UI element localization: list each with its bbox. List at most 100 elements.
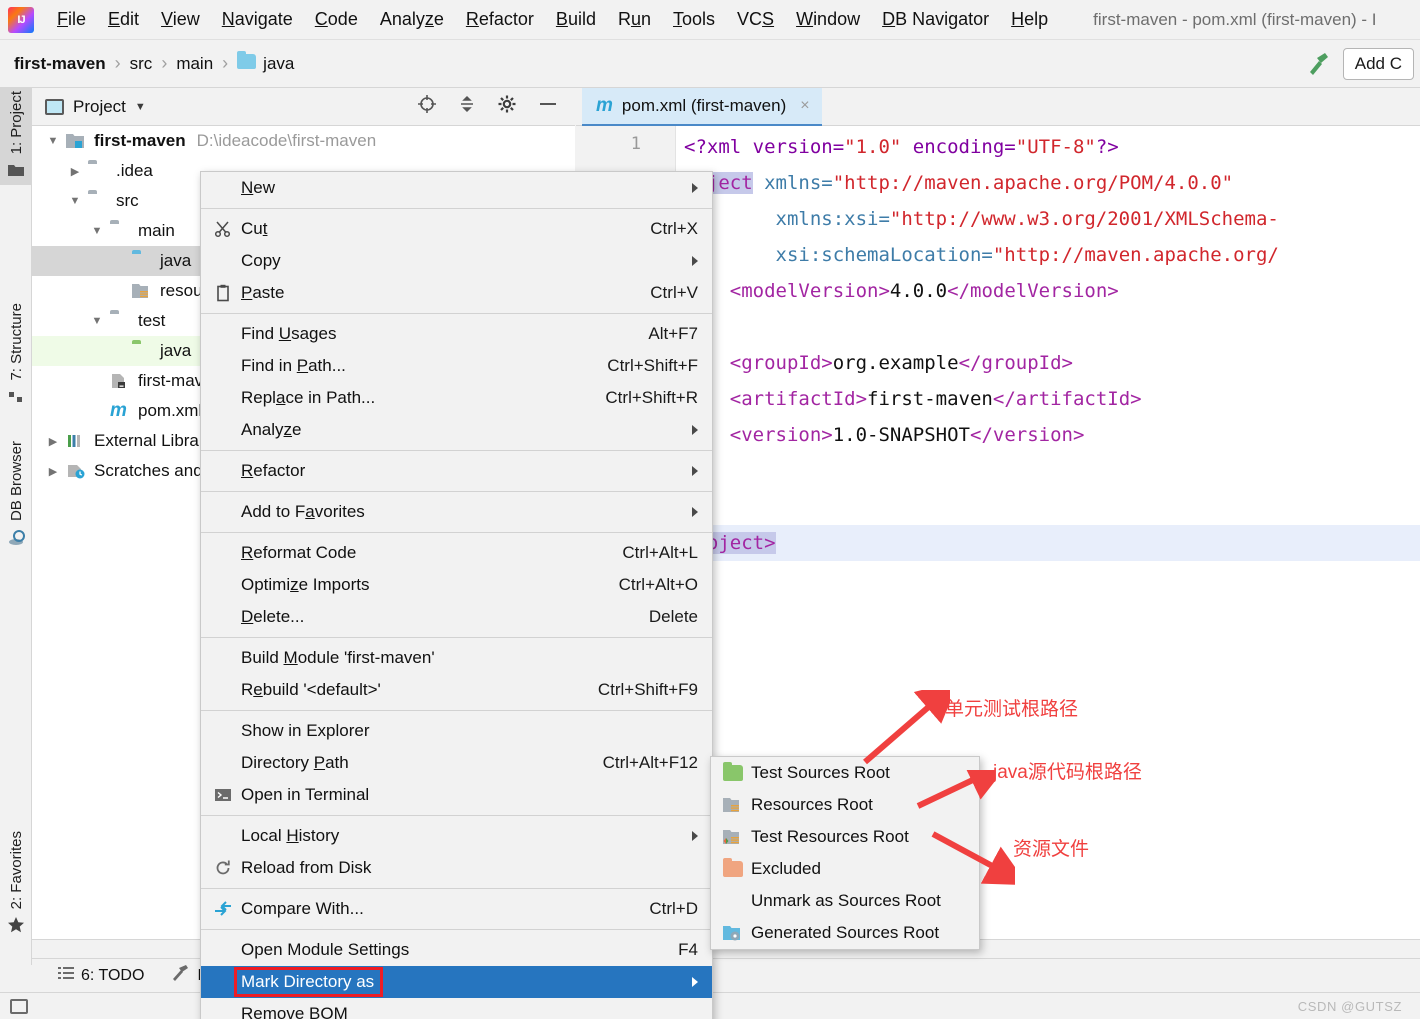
breadcrumb[interactable]: first-maven › src › main › java xyxy=(14,50,294,74)
sidebar-item-structure[interactable]: 7: Structure xyxy=(0,300,32,412)
menu-vcs[interactable]: VCS xyxy=(726,5,785,34)
annotation-note-1: 单元测试根路径 xyxy=(945,699,1079,720)
submenu-item-generated-sources-root[interactable]: Generated Sources Root xyxy=(711,917,979,949)
chevron-right-icon[interactable]: ▶ xyxy=(40,435,66,448)
code-line[interactable]: xmlns:xsi="http://www.w3.org/2001/XMLSch… xyxy=(676,201,1420,237)
context-menu-item-new[interactable]: New xyxy=(201,172,712,204)
hammer-build-icon[interactable] xyxy=(1303,49,1333,79)
code-line[interactable]: roject xmlns="http://maven.apache.org/PO… xyxy=(676,165,1420,201)
context-menu-item-analyze[interactable]: Analyze xyxy=(201,414,712,446)
sidebar-item-favorites[interactable]: 2: Favorites xyxy=(0,828,32,940)
menu-tools[interactable]: Tools xyxy=(662,5,726,34)
context-menu-item-mark-directory-as[interactable]: Mark Directory as xyxy=(201,966,712,998)
annotation-arrow-3 xyxy=(931,831,1015,886)
close-icon[interactable]: × xyxy=(800,97,809,115)
context-menu-item-delete[interactable]: Delete... Delete xyxy=(201,601,712,633)
menu-help[interactable]: Help xyxy=(1000,5,1059,34)
breadcrumb-item-src[interactable]: src xyxy=(130,54,153,74)
code-line[interactable]: <?xml version="1.0" encoding="UTF-8"?> xyxy=(676,129,1420,165)
editor-tab-bar: m pom.xml (first-maven) × xyxy=(576,88,1420,126)
context-menu-item-show-in-explorer[interactable]: Show in Explorer xyxy=(201,715,712,747)
menu-refactor[interactable]: Refactor xyxy=(455,5,545,34)
context-menu-item-cut[interactable]: Cut Ctrl+X xyxy=(201,213,712,245)
tool-button-label: 7: Structure xyxy=(7,303,25,381)
context-menu-item-reformat-code[interactable]: Reformat Code Ctrl+Alt+L xyxy=(201,537,712,569)
menu-edit[interactable]: Edit xyxy=(97,5,150,34)
context-menu-item-reload-from-disk[interactable]: Reload from Disk xyxy=(201,852,712,884)
context-menu-item-find-in-path[interactable]: Find in Path... Ctrl+Shift+F xyxy=(201,350,712,382)
submenu-item-unmark-as-sources-root[interactable]: Unmark as Sources Root xyxy=(711,885,979,917)
folder-icon xyxy=(110,223,130,239)
context-menu-item-open-module-settings[interactable]: Open Module Settings F4 xyxy=(201,934,712,966)
menu-code[interactable]: Code xyxy=(304,5,369,34)
context-menu-item-remove-bom[interactable]: Remove BOM xyxy=(201,998,712,1019)
menu-build[interactable]: Build xyxy=(545,5,607,34)
context-menu-item-refactor[interactable]: Refactor xyxy=(201,455,712,487)
collapse-all-icon[interactable] xyxy=(457,94,477,119)
code-line[interactable]: <artifactId>first-maven</artifactId> xyxy=(676,381,1420,417)
breadcrumb-item-first-maven[interactable]: first-maven xyxy=(14,54,106,74)
menu-file[interactable]: File xyxy=(46,5,97,34)
code-token: org.example xyxy=(832,352,959,374)
status-item-todo[interactable]: 6: TODO xyxy=(58,966,144,985)
sidebar-item-project[interactable]: 1: Project xyxy=(0,88,32,186)
context-menu-item-local-history[interactable]: Local History xyxy=(201,820,712,852)
submenu-item-label: Excluded xyxy=(751,859,821,878)
context-menu-item-optimize-imports[interactable]: Optimize Imports Ctrl+Alt+O xyxy=(201,569,712,601)
menu-view[interactable]: View xyxy=(150,5,211,34)
breadcrumb-item-main[interactable]: main xyxy=(176,54,213,74)
test-resources-root-folder-icon xyxy=(723,829,743,850)
breadcrumb-item-java[interactable]: java xyxy=(237,50,294,74)
sources-root-folder-icon xyxy=(132,253,152,269)
context-menu-item-rebuild-default[interactable]: Rebuild '<default>' Ctrl+Shift+F9 xyxy=(201,674,712,706)
context-menu-item-replace-in-path[interactable]: Replace in Path... Ctrl+Shift+R xyxy=(201,382,712,414)
context-menu-item-paste[interactable]: Paste Ctrl+V xyxy=(201,277,712,309)
chevron-down-icon[interactable]: ▼ xyxy=(135,101,146,113)
menu-window[interactable]: Window xyxy=(785,5,871,34)
code-line[interactable] xyxy=(676,309,1420,345)
chevron-right-icon[interactable]: ▶ xyxy=(40,465,66,478)
code-line[interactable] xyxy=(676,453,1420,489)
excluded-folder-icon xyxy=(723,858,743,882)
sidebar-item-db-browser[interactable]: DB Browser xyxy=(0,438,32,552)
chevron-down-icon[interactable]: ▼ xyxy=(40,135,66,147)
code-line[interactable]: <groupId>org.example</groupId> xyxy=(676,345,1420,381)
context-menu-item-open-in-terminal[interactable]: Open in Terminal xyxy=(201,779,712,811)
chevron-right-icon[interactable]: ▶ xyxy=(62,165,88,178)
add-configuration-button[interactable]: Add C xyxy=(1342,47,1414,80)
code-line[interactable]: xsi:schemaLocation="http://maven.apache.… xyxy=(676,237,1420,273)
context-menu-item-build-module-first-maven[interactable]: Build Module 'first-maven' xyxy=(201,642,712,674)
code-line[interactable]: project> xyxy=(676,525,1420,561)
locate-target-icon[interactable] xyxy=(417,94,437,119)
tab-pom-xml[interactable]: m pom.xml (first-maven) × xyxy=(582,88,822,126)
code-line[interactable]: <modelVersion>4.0.0</modelVersion> xyxy=(676,273,1420,309)
context-menu-item-shortcut: Ctrl+D xyxy=(649,899,698,918)
context-menu-item-find-usages[interactable]: Find Usages Alt+F7 xyxy=(201,318,712,350)
context-menu[interactable]: New Cut Ctrl+X Copy Paste Ctrl+V Find Usages Al… xyxy=(200,171,713,1019)
chevron-down-icon[interactable]: ▼ xyxy=(84,315,110,327)
code-line[interactable]: <version>1.0-SNAPSHOT</version> xyxy=(676,417,1420,453)
hide-minimize-icon[interactable] xyxy=(537,94,559,119)
code-token: "UTF-8" xyxy=(1015,136,1096,158)
menu-db-navigator[interactable]: DB Navigator xyxy=(871,5,1000,34)
code-line[interactable] xyxy=(676,489,1420,525)
context-menu-item-copy[interactable]: Copy xyxy=(201,245,712,277)
context-menu-item-directory-path[interactable]: Directory Path Ctrl+Alt+F12 xyxy=(201,747,712,779)
gear-icon[interactable] xyxy=(497,94,517,119)
code-token: "http://maven.apache.org/ xyxy=(992,244,1279,266)
context-menu-item-add-to-favorites[interactable]: Add to Favorites xyxy=(201,496,712,528)
context-menu-item-label: Refactor xyxy=(241,461,306,480)
context-menu-item-compare-with[interactable]: Compare With... Ctrl+D xyxy=(201,893,712,925)
code-token: <?xml xyxy=(684,136,742,158)
menu-run[interactable]: Run xyxy=(607,5,662,34)
tree-node-first-maven[interactable]: ▼ first-maven D:\ideacode\first-maven xyxy=(32,126,575,156)
context-menu-item-label: New xyxy=(241,178,276,197)
line-number: 1 xyxy=(630,134,641,154)
annotation-note-2: java源代码根路径 xyxy=(993,762,1142,783)
window-layout-icon[interactable] xyxy=(10,998,28,1014)
maven-m-icon: m xyxy=(596,95,613,116)
chevron-down-icon[interactable]: ▼ xyxy=(84,225,110,237)
chevron-down-icon[interactable]: ▼ xyxy=(62,195,88,207)
menu-analyze[interactable]: Analyze xyxy=(369,5,455,34)
menu-navigate[interactable]: Navigate xyxy=(211,5,304,34)
